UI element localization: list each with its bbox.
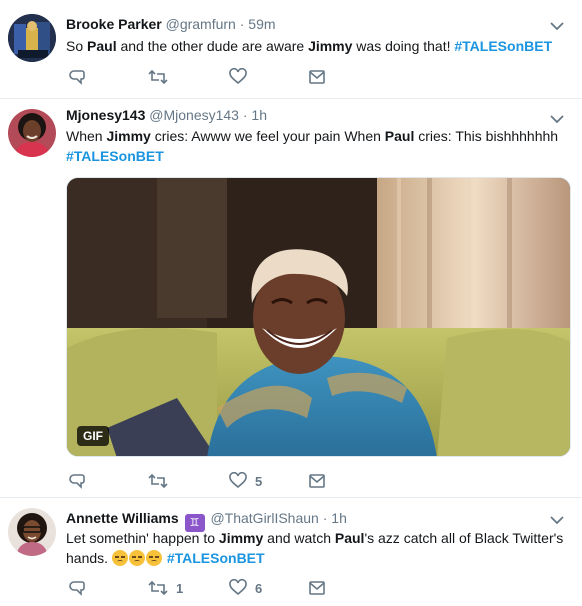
like-count: 5 [255, 473, 263, 489]
timestamp[interactable]: 1h [251, 107, 267, 123]
heart-icon [229, 579, 247, 596]
gif-media[interactable]: GIF [66, 177, 571, 457]
separator-dot: · [242, 107, 248, 123]
dm-button[interactable] [308, 67, 326, 87]
reply-icon [69, 581, 85, 596]
gif-frame [67, 178, 570, 456]
like-button[interactable] [229, 67, 255, 87]
envelope-icon [309, 70, 325, 84]
chevron-down-icon[interactable] [550, 111, 564, 127]
separator-dot: · [239, 16, 245, 32]
retweet-count: 1 [176, 580, 184, 596]
unamused-face-icon [145, 550, 162, 566]
heart-icon [229, 68, 247, 85]
display-name[interactable]: Brooke Parker [66, 16, 162, 32]
hashtag-link[interactable]: #TALESonBET [454, 38, 552, 54]
retweet-icon [148, 473, 168, 489]
tweet-mjonesy143[interactable]: Mjonesy143 @Mjonesy143 · 1h When Jimmy c… [0, 99, 582, 498]
avatar[interactable] [8, 14, 56, 62]
heart-icon [229, 472, 247, 489]
envelope-icon [309, 581, 325, 595]
hashtag-link[interactable]: #TALESonBET [167, 550, 265, 566]
display-name[interactable]: Annette Williams [66, 510, 179, 526]
separator-dot: · [322, 510, 328, 526]
chevron-down-icon[interactable] [550, 18, 564, 34]
reply-icon [69, 70, 85, 85]
retweet-icon [148, 580, 168, 596]
user-handle[interactable]: @Mjonesy143 [149, 107, 239, 123]
retweet-icon [148, 69, 168, 85]
chevron-down-icon[interactable] [550, 512, 564, 528]
tweet-brooke-parker[interactable]: Brooke Parker @gramfurn · 59m So Paul an… [0, 0, 582, 99]
retweet-button[interactable]: 1 [148, 578, 183, 598]
avatar[interactable] [8, 508, 56, 556]
hashtag-link[interactable]: #TALESonBET [66, 148, 164, 164]
tweet-text: So Paul and the other dude are aware Jim… [66, 38, 553, 54]
unamused-face-icon [111, 550, 128, 566]
envelope-icon [309, 474, 325, 488]
avatar[interactable] [8, 109, 56, 157]
tweet-annette-williams[interactable]: Annette Williams ♊ @ThatGirlIShaun · 1h … [0, 498, 582, 606]
unamused-face-icon [128, 550, 145, 566]
retweet-button[interactable] [148, 67, 176, 87]
gif-badge: GIF [77, 426, 109, 446]
like-button[interactable]: 6 [229, 578, 262, 598]
reply-button[interactable] [68, 578, 86, 598]
user-handle[interactable]: @ThatGirlIShaun [210, 510, 318, 526]
reply-icon [69, 474, 85, 489]
display-name[interactable]: Mjonesy143 [66, 107, 145, 123]
retweet-button[interactable] [148, 471, 176, 491]
reply-button[interactable] [68, 67, 86, 87]
dm-button[interactable] [308, 578, 326, 598]
like-button[interactable]: 5 [229, 471, 262, 491]
tweet-text: Let somethin' happen to Jimmy and watch … [66, 530, 564, 566]
reply-button[interactable] [68, 471, 86, 491]
tweet-text: When Jimmy cries: Awww we feel your pain… [66, 128, 559, 164]
timestamp[interactable]: 1h [331, 510, 347, 526]
dm-button[interactable] [308, 471, 326, 491]
user-handle[interactable]: @gramfurn [166, 16, 236, 32]
like-count: 6 [255, 580, 263, 596]
timestamp[interactable]: 59m [248, 16, 275, 32]
